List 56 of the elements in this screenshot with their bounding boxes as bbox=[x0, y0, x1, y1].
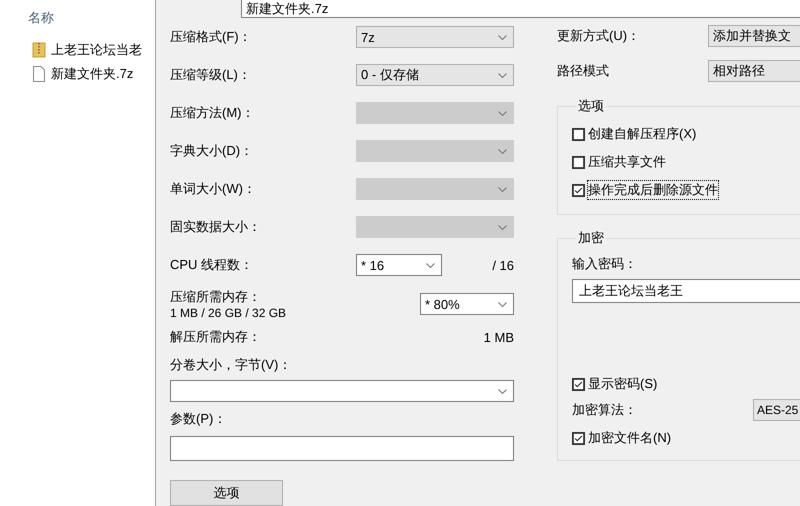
file-name[interactable]: 上老王论坛当老 bbox=[51, 41, 142, 59]
zip-folder-icon bbox=[32, 42, 46, 58]
field-label: 固实数据大小： bbox=[170, 218, 262, 236]
field-label: 加密算法： bbox=[572, 401, 638, 419]
file-icon bbox=[32, 66, 46, 82]
caret-icon bbox=[498, 302, 507, 306]
group-title: 加密 bbox=[577, 229, 605, 247]
password-field[interactable]: 上老王论坛当老王 bbox=[572, 279, 800, 303]
file-name[interactable]: 新建文件夹.7z bbox=[51, 65, 134, 83]
field-label: CPU 线程数： bbox=[170, 256, 254, 274]
memory-value: 1 MB bbox=[484, 330, 514, 344]
checkbox[interactable] bbox=[572, 156, 585, 168]
field-label: 压缩方法(M)： bbox=[170, 104, 256, 122]
dropdown[interactable]: 相对路径 bbox=[708, 60, 800, 82]
field-label: 参数(P)： bbox=[170, 410, 226, 428]
dropdown[interactable]: * 16 bbox=[356, 254, 442, 276]
checkbox[interactable] bbox=[572, 184, 585, 196]
checkbox[interactable] bbox=[572, 432, 585, 444]
volume-size-dropdown[interactable] bbox=[170, 380, 514, 402]
field-label: 分卷大小，字节(V)： bbox=[170, 356, 292, 374]
archive-name-field[interactable]: 新建文件夹.7z bbox=[241, 0, 800, 18]
caret-icon bbox=[498, 224, 507, 230]
dropdown[interactable]: 0 - 仅存储 bbox=[356, 64, 514, 86]
dropdown[interactable]: 7z bbox=[356, 26, 514, 48]
dropdown[interactable]: 添加并替换文 bbox=[708, 24, 800, 46]
field-label: 输入密码： bbox=[572, 255, 637, 273]
checkbox-label[interactable]: 操作完成后删除源文件 bbox=[588, 181, 718, 199]
caret-icon bbox=[498, 186, 507, 192]
field-label: 路径模式 bbox=[557, 62, 610, 80]
checkbox-label[interactable]: 压缩共享文件 bbox=[588, 153, 666, 171]
caret-icon bbox=[498, 72, 507, 78]
field-label: 解压所需内存： bbox=[170, 328, 261, 346]
checkbox-label[interactable]: 加密文件名(N) bbox=[588, 429, 672, 447]
options-button[interactable]: 选项 bbox=[170, 480, 283, 506]
field-label: 更新方式(U)： bbox=[557, 26, 642, 44]
caret-icon bbox=[498, 110, 507, 116]
parameters-field[interactable] bbox=[170, 436, 514, 461]
caret-icon bbox=[498, 34, 507, 40]
thread-total: / 16 bbox=[491, 258, 514, 272]
caret-icon bbox=[498, 148, 507, 154]
dropdown[interactable]: AES-25 bbox=[753, 399, 800, 421]
group-title: 选项 bbox=[577, 97, 605, 115]
field-label: 单词大小(W)： bbox=[170, 180, 257, 198]
caret-icon bbox=[426, 262, 435, 268]
field-label: 字典大小(D)： bbox=[170, 142, 254, 160]
caret-icon bbox=[498, 388, 507, 394]
memory-usage: 1 MB / 26 GB / 32 GB bbox=[170, 306, 288, 320]
field-label: 压缩格式(F)： bbox=[170, 28, 253, 46]
checkbox-label[interactable]: 显示密码(S) bbox=[588, 375, 658, 393]
column-header[interactable]: 名称 bbox=[28, 9, 54, 27]
checkbox[interactable] bbox=[572, 128, 585, 140]
field-label: 压缩所需内存： bbox=[170, 288, 262, 306]
dropdown[interactable]: * 80% bbox=[420, 293, 514, 315]
checkbox-label[interactable]: 创建自解压程序(X) bbox=[588, 125, 696, 143]
checkbox[interactable] bbox=[572, 378, 585, 390]
field-label: 压缩等级(L)： bbox=[170, 66, 252, 84]
